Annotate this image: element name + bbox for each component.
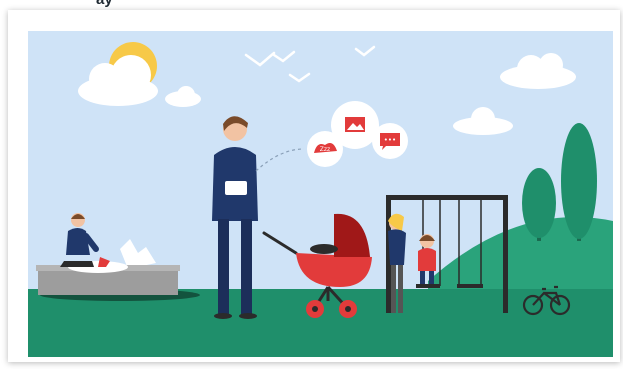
chat-dots-text: ••• (384, 136, 396, 144)
chat-bubble-icon: ••• (372, 123, 408, 159)
cropped-title-text: ay (96, 0, 113, 8)
image-bubble-icon (331, 101, 379, 149)
illustration-frame: ay (0, 0, 623, 369)
park-illustration: Zzz ••• (28, 31, 613, 357)
sleep-text: Zzz (320, 146, 330, 153)
